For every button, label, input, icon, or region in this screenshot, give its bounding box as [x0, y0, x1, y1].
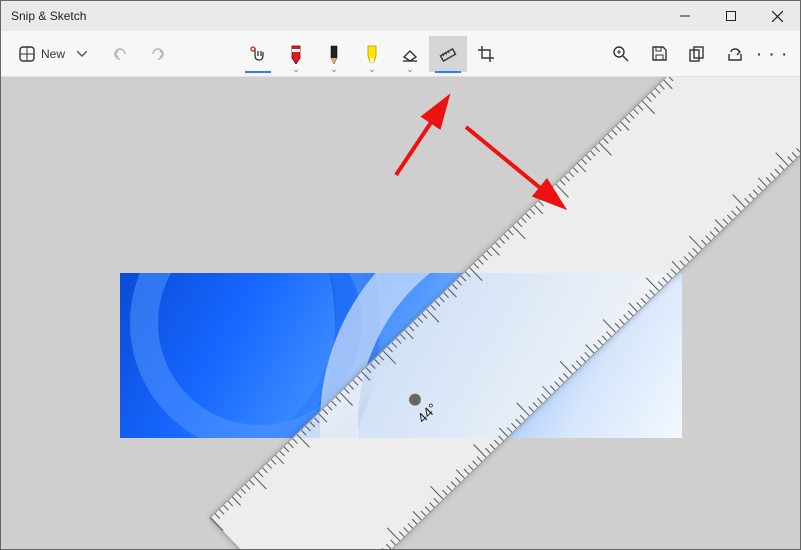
chevron-down-icon: ⌄	[406, 65, 414, 73]
close-icon	[772, 11, 783, 22]
app-window: Snip & Sketch New	[0, 0, 801, 550]
pen-red-icon	[288, 44, 304, 64]
highlighter-button[interactable]: ⌄	[353, 36, 391, 72]
close-button[interactable]	[754, 1, 800, 31]
new-button-label: New	[41, 47, 65, 61]
ruler-angle-dial[interactable]: 44°	[386, 372, 468, 454]
ruler-icon	[439, 45, 457, 63]
crop-icon	[477, 45, 495, 63]
ruler-tool-button[interactable]	[429, 36, 467, 72]
zoom-button[interactable]	[602, 36, 640, 72]
maximize-icon	[726, 11, 736, 21]
new-group: New	[9, 36, 93, 72]
toolbar: New ⌄ ⌄ ⌄	[1, 31, 800, 77]
copy-icon	[689, 46, 705, 62]
more-button[interactable]: · · ·	[754, 36, 792, 72]
eraser-icon	[401, 45, 419, 63]
redo-button[interactable]	[139, 36, 177, 72]
crop-button[interactable]	[467, 36, 505, 72]
chevron-down-icon: ⌄	[292, 65, 300, 73]
copy-button[interactable]	[678, 36, 716, 72]
annotation-arrow-2	[456, 117, 576, 217]
share-button[interactable]	[716, 36, 754, 72]
minimize-button[interactable]	[662, 1, 708, 31]
chevron-down-icon: ⌄	[330, 65, 338, 73]
chevron-down-icon: ⌄	[368, 65, 376, 73]
pencil-black-button[interactable]: ⌄	[315, 36, 353, 72]
pen-red-button[interactable]: ⌄	[277, 36, 315, 72]
undo-button[interactable]	[101, 36, 139, 72]
save-icon	[652, 46, 667, 61]
titlebar: Snip & Sketch	[1, 1, 800, 31]
zoom-icon	[613, 46, 629, 62]
window-title: Snip & Sketch	[11, 9, 662, 23]
new-button[interactable]: New	[9, 36, 71, 72]
touch-writing-button[interactable]	[239, 36, 277, 72]
snip-icon	[19, 46, 35, 62]
chevron-down-icon	[77, 51, 87, 57]
touch-icon	[249, 45, 267, 63]
new-dropdown[interactable]	[71, 36, 93, 72]
pencil-icon	[326, 44, 342, 64]
share-icon	[727, 46, 743, 62]
maximize-button[interactable]	[708, 1, 754, 31]
more-icon: · · ·	[757, 46, 789, 62]
save-button[interactable]	[640, 36, 678, 72]
redo-icon	[150, 46, 166, 62]
eraser-button[interactable]: ⌄	[391, 36, 429, 72]
undo-icon	[112, 46, 128, 62]
minimize-icon	[680, 11, 690, 21]
canvas-area[interactable]: 44°	[1, 77, 800, 549]
highlighter-icon	[364, 44, 380, 64]
